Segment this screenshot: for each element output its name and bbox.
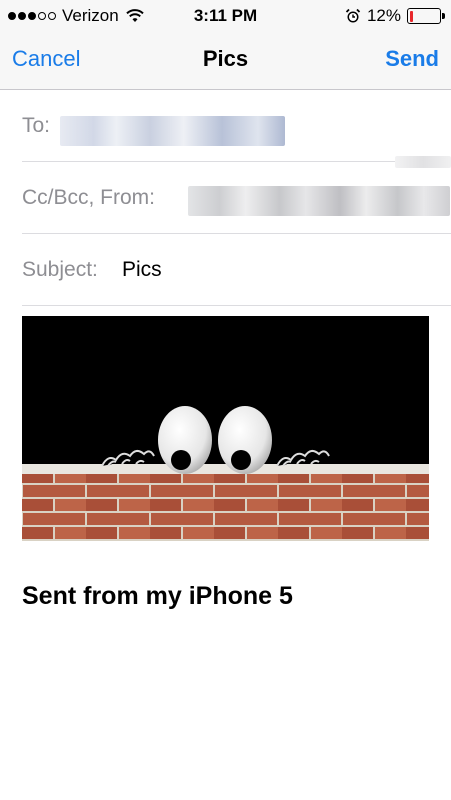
status-bar: Verizon 3:11 PM 12% xyxy=(0,0,451,32)
status-right: 12% xyxy=(345,6,445,26)
subject-label: Subject: xyxy=(22,258,98,281)
subject-divider xyxy=(22,305,451,306)
from-redacted-fragment xyxy=(395,156,451,168)
battery-percent: 12% xyxy=(366,6,401,25)
battery-level-fill xyxy=(409,10,413,22)
to-label: To: xyxy=(22,114,51,137)
from-address-redacted[interactable] xyxy=(188,186,450,216)
cc-bcc-from-label: Cc/Bcc, From: xyxy=(22,186,156,209)
battery-icon xyxy=(407,8,445,24)
attached-image[interactable] xyxy=(22,316,429,541)
googly-eyes-over-brick-wall-image xyxy=(22,316,429,541)
email-signature[interactable]: Sent from my iPhone 5 xyxy=(22,582,293,611)
subject-input[interactable]: Pics xyxy=(122,258,162,282)
send-button[interactable]: Send xyxy=(385,46,439,72)
compose-nav-bar: Cancel Pics Send xyxy=(0,32,451,90)
alarm-clock-icon xyxy=(345,8,361,23)
to-recipient-redacted[interactable] xyxy=(60,116,285,146)
compose-title: Pics xyxy=(202,46,249,71)
